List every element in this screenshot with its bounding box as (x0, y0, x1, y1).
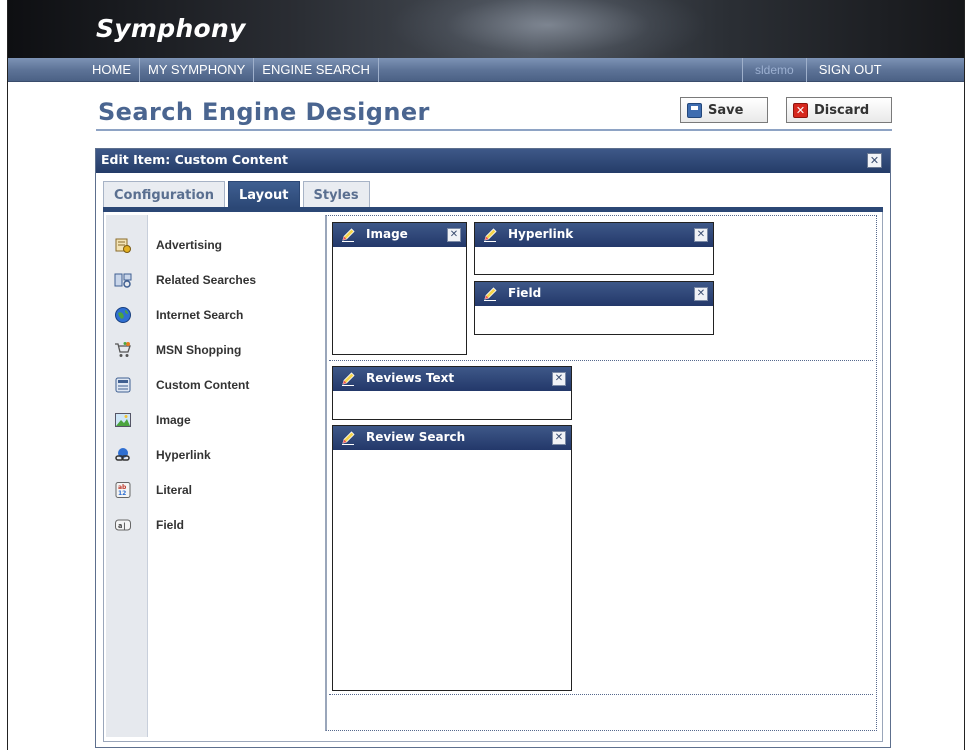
palette-label: MSN Shopping (156, 342, 242, 357)
palette-label: Related Searches (156, 272, 257, 287)
row-divider (329, 360, 873, 361)
component-palette: Advertising Related Searches Internet Se… (114, 227, 314, 542)
pencil-icon[interactable] (340, 430, 356, 446)
row-divider (329, 694, 873, 695)
tab-layout[interactable]: Layout (227, 181, 300, 208)
palette-item-literal[interactable]: ab 12 Literal (114, 472, 314, 507)
widget-header: Field ✕ (475, 282, 713, 306)
dialog-header: Edit Item: Custom Content ✕ (96, 149, 890, 173)
save-button-label: Save (708, 102, 744, 118)
hyperlink-icon (114, 446, 132, 464)
dialog-title: Edit Item: Custom Content (101, 152, 289, 167)
widget-image[interactable]: Image ✕ (332, 222, 467, 355)
nav-engine-search[interactable]: ENGINE SEARCH (254, 58, 379, 82)
widget-title: Reviews Text (366, 371, 455, 385)
shopping-cart-icon (114, 341, 132, 359)
globe-icon (114, 306, 132, 324)
close-icon[interactable]: ✕ (552, 372, 566, 386)
palette-label: Internet Search (156, 307, 244, 322)
palette-label: Field (156, 517, 185, 532)
pencil-icon[interactable] (340, 227, 356, 243)
header-glow (388, 0, 708, 58)
literal-icon: ab 12 (114, 481, 132, 499)
advertising-icon (114, 236, 132, 254)
widget-review-search[interactable]: Review Search ✕ (332, 425, 572, 691)
nav-my-symphony[interactable]: MY SYMPHONY (140, 58, 255, 82)
palette-label: Literal (156, 482, 193, 497)
image-icon (114, 411, 132, 429)
widget-field[interactable]: Field ✕ (474, 281, 714, 335)
svg-text:12: 12 (118, 490, 126, 497)
nav-home[interactable]: HOME (88, 58, 140, 82)
app-logo[interactable]: Symphony (96, 14, 246, 43)
pencil-icon[interactable] (482, 286, 498, 302)
widget-header: Image ✕ (333, 223, 466, 247)
svg-text:a|: a| (118, 522, 126, 531)
widget-header: Hyperlink ✕ (475, 223, 713, 247)
title-divider (96, 129, 892, 131)
tab-styles[interactable]: Styles (302, 181, 370, 208)
layout-panel: Advertising Related Searches Internet Se… (103, 212, 883, 742)
pencil-icon[interactable] (340, 371, 356, 387)
nav-links: HOME MY SYMPHONY ENGINE SEARCH (88, 58, 379, 82)
tab-configuration[interactable]: Configuration (103, 181, 225, 208)
widget-title: Review Search (366, 430, 466, 444)
save-button[interactable]: Save (680, 97, 768, 123)
field-icon: a| (114, 516, 132, 534)
custom-content-icon (114, 376, 132, 394)
dialog-close-icon[interactable]: ✕ (867, 153, 882, 168)
save-icon (687, 102, 702, 118)
widget-reviews-text[interactable]: Reviews Text ✕ (332, 366, 572, 420)
palette-item-internet-search[interactable]: Internet Search (114, 297, 314, 332)
close-icon[interactable]: ✕ (447, 228, 461, 242)
app-header: Symphony (8, 0, 964, 58)
palette-item-custom-content[interactable]: Custom Content (114, 367, 314, 402)
discard-icon: ✕ (793, 102, 808, 118)
main-nav: HOME MY SYMPHONY ENGINE SEARCH sldemo SI… (8, 58, 964, 82)
close-icon[interactable]: ✕ (552, 431, 566, 445)
palette-label: Image (156, 412, 191, 427)
widget-title: Image (366, 227, 408, 241)
palette-item-hyperlink[interactable]: Hyperlink (114, 437, 314, 472)
nav-user-area: sldemo SIGN OUT (742, 58, 894, 82)
palette-item-advertising[interactable]: Advertising (114, 227, 314, 262)
widget-title: Hyperlink (508, 227, 574, 241)
palette-label: Advertising (156, 237, 223, 252)
palette-item-related-searches[interactable]: Related Searches (114, 262, 314, 297)
discard-button[interactable]: ✕ Discard (786, 97, 892, 123)
palette-label: Hyperlink (156, 447, 211, 462)
close-icon[interactable]: ✕ (694, 228, 708, 242)
pencil-icon[interactable] (482, 227, 498, 243)
related-searches-icon (114, 271, 132, 289)
layout-canvas[interactable]: Image ✕ Hyperlink ✕ Field ✕ Reviews Text… (325, 215, 877, 731)
widget-hyperlink[interactable]: Hyperlink ✕ (474, 222, 714, 275)
discard-button-label: Discard (814, 102, 870, 118)
palette-label: Custom Content (156, 377, 250, 392)
widget-header: Review Search ✕ (333, 426, 571, 450)
palette-item-field[interactable]: a| Field (114, 507, 314, 542)
palette-item-msn-shopping[interactable]: MSN Shopping (114, 332, 314, 367)
widget-header: Reviews Text ✕ (333, 367, 571, 391)
palette-item-image[interactable]: Image (114, 402, 314, 437)
edit-item-dialog: Edit Item: Custom Content ✕ Configuratio… (95, 148, 891, 748)
page-title: Search Engine Designer (98, 98, 430, 126)
nav-username[interactable]: sldemo (742, 58, 807, 82)
widget-title: Field (508, 286, 542, 300)
dialog-tabs: Configuration Layout Styles (103, 181, 373, 208)
sign-out-link[interactable]: SIGN OUT (807, 58, 894, 82)
close-icon[interactable]: ✕ (694, 287, 708, 301)
